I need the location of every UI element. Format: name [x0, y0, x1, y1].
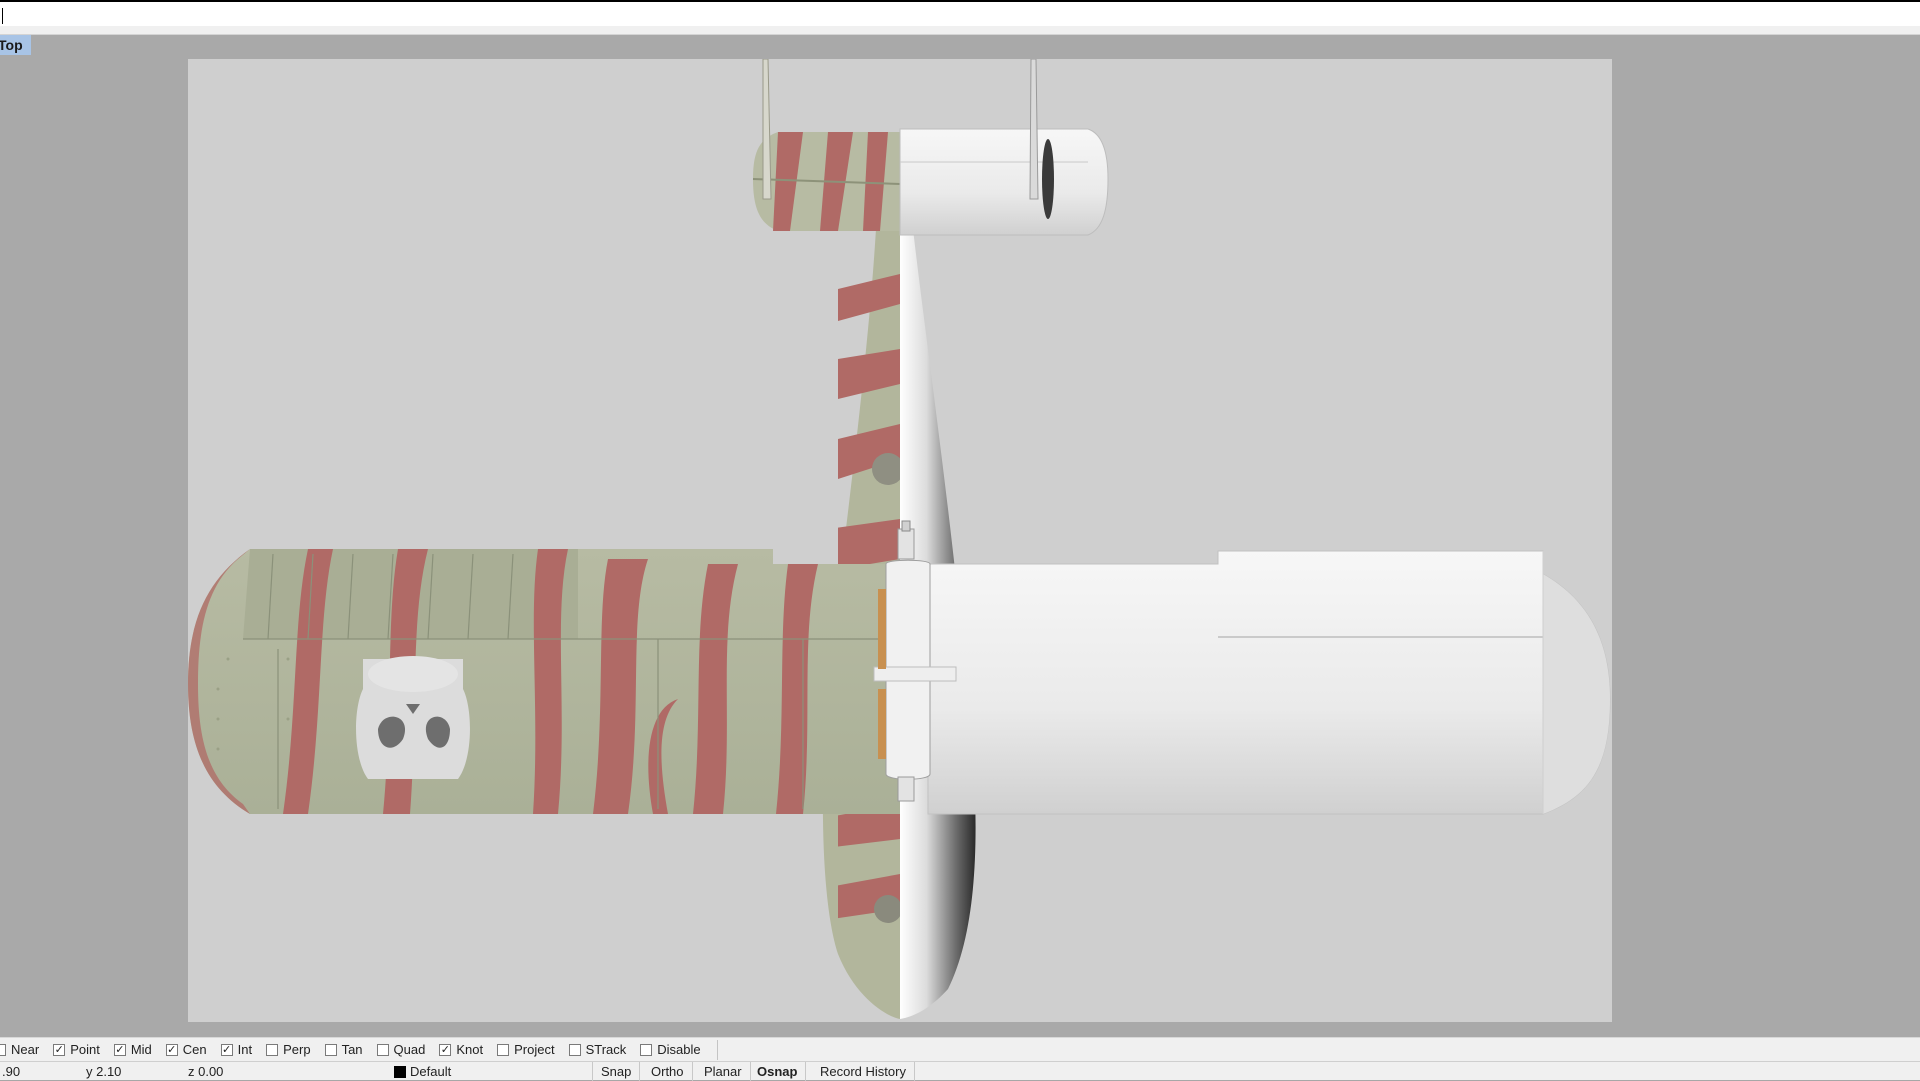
osnap-knot-checkbox[interactable]: ✓ — [439, 1043, 452, 1056]
osnap-cen-checkbox[interactable]: ✓ — [165, 1043, 178, 1056]
osnap-point[interactable]: ✓ Point — [53, 1042, 100, 1057]
osnap-strack-label: STrack — [585, 1042, 627, 1057]
osnap-quad-label: Quad — [393, 1042, 426, 1057]
osnap-point-checkbox[interactable]: ✓ — [53, 1043, 66, 1056]
status-layer[interactable]: Default — [394, 1064, 451, 1079]
wing-left-camo — [188, 549, 900, 814]
osnap-mid-checkbox[interactable]: ✓ — [113, 1043, 126, 1056]
status-layer-label: Default — [410, 1064, 452, 1079]
osnap-toolbar: Near ✓ Point ✓ Mid ✓ Cen ✓ Int Perp Tan … — [0, 1037, 1920, 1061]
layer-color-swatch — [394, 1066, 406, 1078]
tailplane-right-white — [899, 128, 1109, 236]
osnap-perp-checkbox[interactable] — [266, 1043, 279, 1056]
viewport-canvas[interactable] — [188, 59, 1612, 1022]
osnap-project-label: Project — [514, 1042, 555, 1057]
status-z-coordinate: z 0.00 — [188, 1064, 224, 1079]
tailplane-left-camo — [752, 132, 901, 231]
osnap-perp[interactable]: Perp — [266, 1042, 311, 1057]
osnap-point-label: Point — [70, 1042, 100, 1057]
osnap-project-checkbox[interactable] — [497, 1043, 510, 1056]
osnap-disable-label: Disable — [657, 1042, 701, 1057]
osnap-int-label: Int — [237, 1042, 253, 1057]
osnap-knot[interactable]: ✓ Knot — [439, 1042, 483, 1057]
fin-left — [762, 59, 772, 200]
osnap-knot-label: Knot — [456, 1042, 484, 1057]
skull-insignia — [356, 656, 470, 779]
osnap-near-checkbox[interactable] — [0, 1043, 6, 1056]
osnap-tan-checkbox[interactable] — [324, 1043, 337, 1056]
osnap-strack-checkbox[interactable] — [568, 1043, 581, 1056]
osnap-near[interactable]: Near — [0, 1042, 39, 1057]
osnap-near-label: Near — [11, 1042, 40, 1057]
fin-right — [1029, 59, 1039, 200]
command-line-divider — [0, 26, 1920, 35]
osnap-int[interactable]: ✓ Int — [220, 1042, 253, 1057]
fin-right-mass — [1042, 139, 1054, 219]
status-pane-snap[interactable]: Snap — [592, 1062, 641, 1081]
osnap-disable-checkbox[interactable] — [640, 1043, 653, 1056]
wing-right-white — [927, 550, 1611, 815]
osnap-cen[interactable]: ✓ Cen — [165, 1042, 207, 1057]
status-pane-planar[interactable]: Planar — [696, 1062, 751, 1081]
status-pane-osnap[interactable]: Osnap — [749, 1062, 807, 1081]
status-pane-record-history[interactable]: Record History — [812, 1062, 915, 1081]
osnap-strack[interactable]: STrack — [568, 1042, 627, 1057]
viewport-title-tab[interactable]: Top — [0, 35, 31, 55]
osnap-quad[interactable]: Quad — [376, 1042, 426, 1057]
osnap-cen-label: Cen — [182, 1042, 207, 1057]
status-y-coordinate: y 2.10 — [86, 1064, 122, 1079]
osnap-perp-label: Perp — [283, 1042, 311, 1057]
osnap-tan[interactable]: Tan — [324, 1042, 363, 1057]
status-bar: .90 y 2.10 z 0.00 Default Snap Ortho Pla… — [0, 1061, 1920, 1081]
status-x-coordinate: .90 — [2, 1064, 21, 1079]
osnap-mid-label: Mid — [130, 1042, 152, 1057]
status-pane-ortho[interactable]: Ortho — [643, 1062, 693, 1081]
aircraft-model-render — [188, 59, 1611, 1019]
osnap-quad-checkbox[interactable] — [376, 1043, 389, 1056]
osnap-mid[interactable]: ✓ Mid — [113, 1042, 152, 1057]
viewport-title-label: Top — [0, 37, 23, 53]
osnap-disable[interactable]: Disable — [640, 1042, 701, 1057]
osnap-project[interactable]: Project — [497, 1042, 555, 1057]
osnap-separator — [716, 1039, 718, 1060]
osnap-int-checkbox[interactable]: ✓ — [220, 1043, 233, 1056]
osnap-tan-label: Tan — [341, 1042, 363, 1057]
command-line[interactable] — [0, 0, 1920, 26]
text-cursor — [2, 8, 3, 24]
